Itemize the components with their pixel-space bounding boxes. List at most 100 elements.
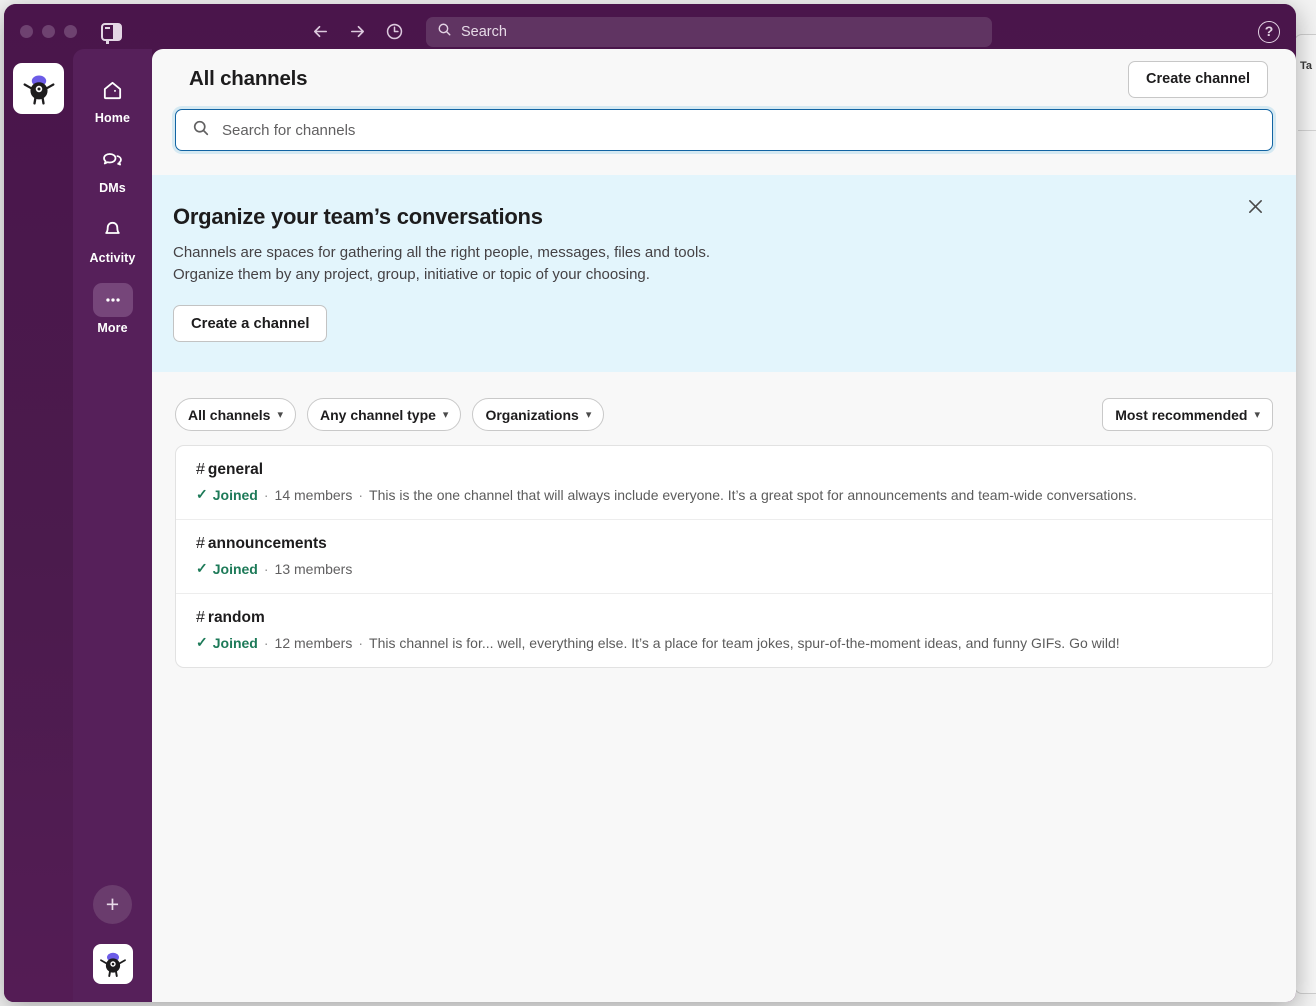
background-window-title: Ta — [1300, 60, 1313, 72]
window-controls[interactable] — [20, 25, 77, 38]
table-row[interactable]: # general ✓ Joined · 14 members · This i… — [176, 446, 1272, 520]
sidebar-item-dms[interactable]: DMs — [73, 143, 152, 195]
sidebar-item-activity[interactable]: Activity — [73, 213, 152, 265]
sidebar-label-dms: DMs — [99, 181, 126, 195]
hash-icon: # — [196, 461, 205, 478]
filter-organizations-label: Organizations — [485, 406, 579, 423]
filter-channel-type-label: Any channel type — [320, 406, 436, 423]
page-header: All channels Create channel — [152, 49, 1296, 109]
banner-description: Channels are spaces for gathering all th… — [173, 242, 933, 285]
onboarding-banner: Organize your team’s conversations Chann… — [152, 175, 1296, 372]
global-search-bar[interactable]: Search — [426, 16, 992, 47]
channel-meta: ✓ Joined · 14 members · This is the one … — [196, 486, 1252, 503]
new-item-button[interactable]: + — [93, 885, 132, 924]
chevron-down-icon: ▾ — [277, 409, 283, 421]
user-avatar[interactable] — [93, 944, 133, 984]
home-icon — [93, 73, 133, 107]
banner-heading: Organize your team’s conversations — [173, 204, 543, 229]
workspace-avatar[interactable] — [13, 63, 64, 114]
filter-bar: All channels ▾ Any channel type ▾ Organi… — [152, 372, 1296, 431]
page-title: All channels — [189, 67, 308, 90]
status-badge: ✓ Joined — [196, 634, 258, 651]
filter-all-channels-label: All channels — [188, 406, 271, 423]
history-clock-icon[interactable] — [385, 22, 404, 41]
background-window — [1294, 34, 1316, 994]
ellipsis-icon — [92, 283, 133, 317]
filter-all-channels[interactable]: All channels ▾ — [175, 398, 296, 431]
banner-content: Organize your team’s conversations Chann… — [173, 204, 1259, 342]
chevron-down-icon: ▾ — [1254, 409, 1260, 421]
channel-description: This is the one channel that will always… — [369, 486, 1137, 503]
meta-separator: · — [358, 486, 364, 503]
filter-channel-type[interactable]: Any channel type ▾ — [307, 398, 462, 431]
desktop-root: Ta Search ? Home DMs Activity More + All… — [0, 0, 1316, 1006]
member-count: 13 members — [274, 560, 353, 577]
member-count: 14 members — [274, 486, 353, 503]
meta-separator: · — [358, 634, 364, 651]
search-icon — [192, 119, 210, 142]
channel-description: This channel is for... well, everything … — [369, 634, 1120, 651]
sidebar-panel-toggle-icon[interactable] — [101, 22, 122, 41]
check-icon: ✓ — [196, 634, 208, 650]
monster-logo-icon — [23, 75, 54, 105]
channel-name-text: general — [207, 461, 264, 478]
background-window-divider — [1298, 130, 1316, 131]
create-channel-button[interactable]: Create channel — [1128, 60, 1268, 98]
sidebar-item-more[interactable]: More — [73, 283, 152, 335]
channel-search-wrapper: Search for channels — [152, 109, 1296, 151]
filter-organizations[interactable]: Organizations ▾ — [472, 398, 605, 431]
workspace-rail — [4, 59, 73, 1002]
joined-label: Joined — [212, 560, 258, 577]
back-arrow-icon[interactable] — [311, 22, 330, 41]
member-count: 12 members — [274, 634, 353, 651]
banner-line-1: Channels are spaces for gathering all th… — [173, 244, 710, 261]
channel-name-text: announcements — [207, 535, 327, 552]
channel-list: # general ✓ Joined · 14 members · This i… — [175, 445, 1273, 668]
channel-search-box[interactable]: Search for channels — [175, 109, 1273, 151]
bell-icon — [93, 213, 133, 247]
check-icon: ✓ — [196, 486, 208, 502]
channel-name: # random — [196, 609, 1252, 627]
hash-icon: # — [196, 535, 205, 552]
channel-meta: ✓ Joined · 13 members — [196, 560, 1252, 577]
status-badge: ✓ Joined — [196, 486, 258, 503]
main-content-panel: All channels Create channel Search for c… — [152, 49, 1296, 1002]
meta-separator: · — [263, 634, 269, 651]
slack-window: Search ? Home DMs Activity More + All ch… — [4, 4, 1296, 1002]
channel-meta: ✓ Joined · 12 members · This channel is … — [196, 634, 1252, 651]
sidebar-label-more: More — [97, 321, 128, 335]
history-nav-group — [311, 22, 404, 41]
chevron-down-icon: ▾ — [585, 409, 592, 421]
channel-search-placeholder: Search for channels — [222, 121, 356, 139]
primary-nav-column: Home DMs Activity More + — [73, 49, 152, 1002]
chevron-down-icon: ▾ — [442, 409, 449, 421]
table-row[interactable]: # random ✓ Joined · 12 members · This ch… — [176, 594, 1272, 667]
sort-dropdown[interactable]: Most recommended ▾ — [1102, 398, 1273, 431]
channel-name: # general — [196, 461, 1252, 479]
maximize-window-button[interactable] — [64, 25, 77, 38]
hash-icon: # — [196, 609, 205, 626]
monster-avatar-icon — [100, 952, 126, 977]
sidebar-item-home[interactable]: Home — [73, 73, 152, 125]
meta-separator: · — [263, 560, 269, 577]
search-icon — [437, 22, 452, 42]
dms-icon — [93, 143, 133, 177]
banner-line-2: Organize them by any project, group, ini… — [173, 265, 650, 283]
close-icon[interactable] — [1242, 193, 1268, 219]
channel-name-text: random — [207, 609, 265, 626]
global-search-placeholder: Search — [461, 23, 507, 40]
banner-create-channel-button[interactable]: Create a channel — [173, 305, 328, 342]
check-icon: ✓ — [196, 560, 208, 576]
meta-separator: · — [263, 486, 269, 503]
close-window-button[interactable] — [20, 25, 33, 38]
joined-label: Joined — [212, 486, 258, 503]
table-row[interactable]: # announcements ✓ Joined · 13 members — [176, 520, 1272, 594]
minimize-window-button[interactable] — [42, 25, 55, 38]
sort-dropdown-label: Most recommended — [1115, 406, 1248, 423]
forward-arrow-icon[interactable] — [348, 22, 367, 41]
channel-name: # announcements — [196, 535, 1252, 553]
joined-label: Joined — [212, 634, 258, 651]
status-badge: ✓ Joined — [196, 560, 258, 577]
help-icon[interactable]: ? — [1258, 21, 1280, 43]
sidebar-label-home: Home — [94, 111, 131, 125]
